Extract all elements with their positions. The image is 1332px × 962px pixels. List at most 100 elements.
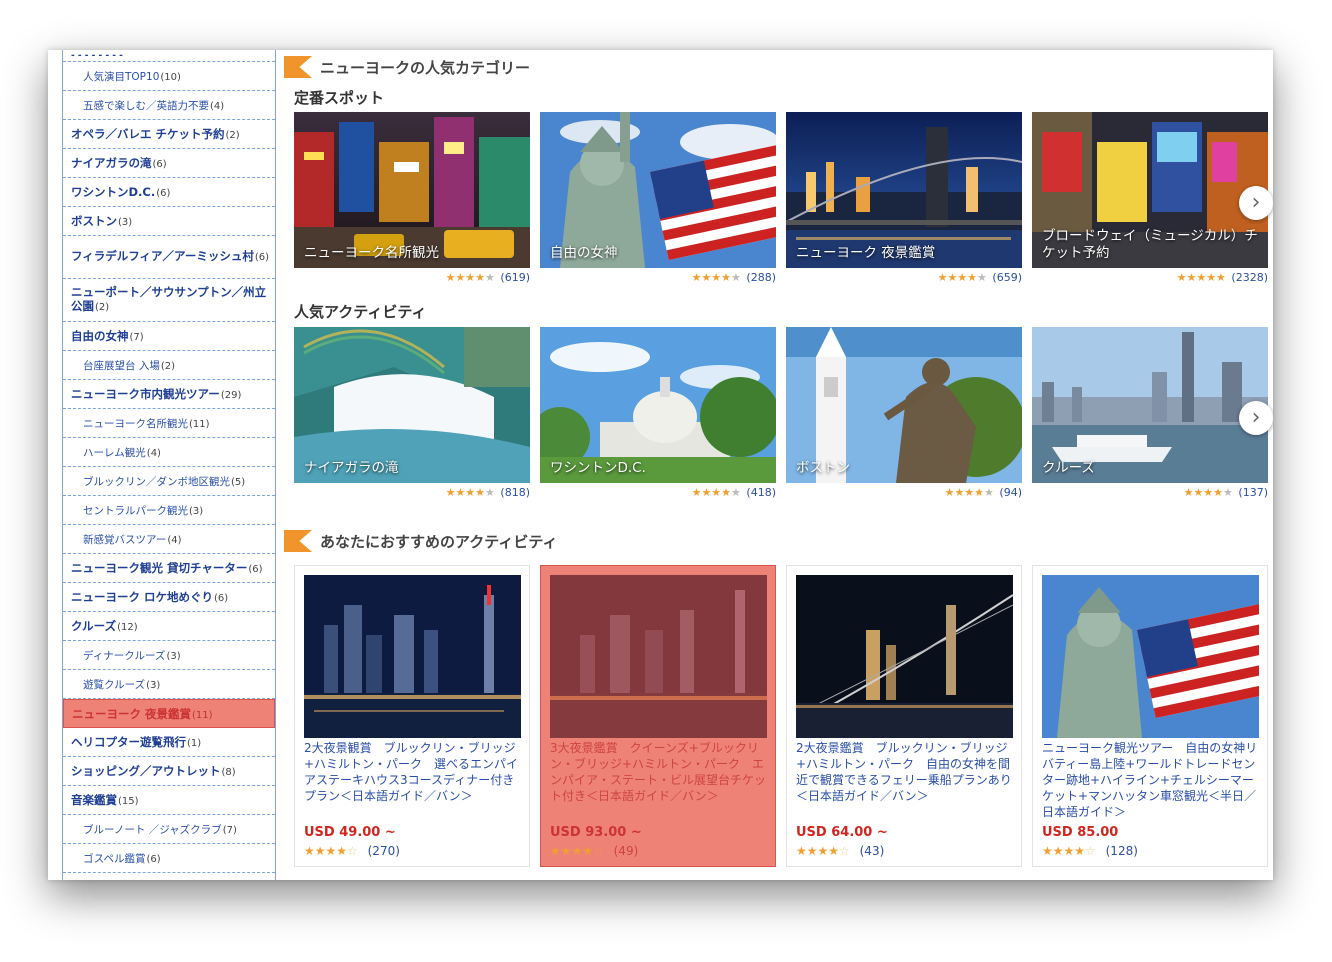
sidebar-item[interactable]: ゴスペル鑑賞(6) — [63, 844, 275, 873]
highlight-overlay — [550, 575, 767, 738]
category-card-caption: ボストン — [796, 460, 850, 476]
sidebar-item[interactable]: ワシントンD.C.(6) — [63, 178, 275, 207]
category-card[interactable]: ニューヨーク名所観光 ★★★★★ (619) — [294, 112, 530, 284]
stars-on: ★★★★ — [944, 486, 985, 499]
activities-next-button[interactable]: › — [1239, 401, 1273, 435]
recommend-card[interactable]: 3大夜景鑑賞 クイーンズ+ブルックリン・ブリッジ+ハミルトン・パーク エンパイア… — [540, 565, 776, 867]
category-card[interactable]: ブロードウェイ（ミュージカル）チケット予約 ★★★★★ (2328) — [1032, 112, 1268, 284]
section-title-categories: ニューヨークの人気カテゴリー — [284, 54, 530, 80]
recommend-card-title[interactable]: 2大夜景観賞 ブルックリン・ブリッジ+ハミルトン・パーク 選べるエンパイアステー… — [304, 740, 524, 804]
main-content: ニューヨークの人気カテゴリー 定番スポット ニューヨーク名所観光 ★★★★★ (… — [284, 50, 1273, 880]
sidebar-item-label: ニューヨーク名所観光 — [83, 417, 188, 430]
recommend-card-price: USD 49.00 ~ — [304, 825, 396, 840]
sidebar-item-label: 音楽鑑賞 — [71, 793, 117, 807]
sidebar-item-label: ショッピング／アウトレット — [71, 764, 221, 778]
sidebar-item[interactable]: オペラ／バレエ チケット予約(2) — [63, 120, 275, 149]
review-count: (94) — [999, 486, 1022, 499]
category-card-image: ボストン — [786, 327, 1022, 483]
sidebar-item[interactable]: ブルーノート ／ジャズクラブ(7) — [63, 815, 275, 844]
stars-on: ★★★★ — [1183, 486, 1224, 499]
recommend-card[interactable]: 2大夜景鑑賞 ブルックリン・ブリッジ+ハミルトン・パーク 自由の女神を間近で観賞… — [786, 565, 1022, 867]
sidebar-item-text: ニューヨーク ロケ地めぐり(6) — [71, 589, 228, 605]
sidebar-item[interactable]: クルーズ(12) — [63, 612, 275, 641]
recommend-card-price: USD 93.00 ~ — [550, 825, 642, 840]
sidebar-item-label: ニューヨーク観光 貸切チャーター — [71, 561, 248, 575]
sidebar-item-count: (2) — [95, 302, 110, 313]
sidebar-item-text: ヘリコプター遊覧飛行(1) — [71, 734, 201, 750]
section-title-text: あなたにおすすめのアクティビティ — [320, 532, 558, 551]
sidebar-item-text: セントラルパーク観光(3) — [83, 503, 203, 518]
activities-title: 人気アクティビティ — [294, 303, 427, 321]
category-card[interactable]: 自由の女神 ★★★★★ (288) — [540, 112, 776, 284]
category-card-caption: ナイアガラの滝 — [304, 460, 399, 476]
sidebar-item-text: ニューポート／サウサンプトン／州立公園(2) — [71, 285, 275, 315]
sidebar-item-count: (6) — [146, 853, 161, 865]
sidebar-item[interactable]: ニューヨーク名所観光(11) — [63, 409, 275, 438]
sidebar-item-label: ハーレム観光 — [83, 446, 146, 459]
sidebar-item-count: (10) — [160, 71, 181, 83]
sidebar-item-count: (6) — [248, 564, 263, 575]
sidebar-item-label: ナイアガラの滝 — [71, 156, 152, 170]
sidebar-item[interactable]: 自由の女神(7) — [63, 322, 275, 351]
sidebar-item[interactable]: ニューヨーク市内観光ツアー(29) — [63, 380, 275, 409]
recommend-card-title[interactable]: ニューヨーク観光ツアー 自由の女神リバティー島上陸+ワールドトレードセンター跡地… — [1042, 740, 1262, 820]
review-count: (288) — [746, 271, 776, 284]
stars-off: ★ — [977, 271, 987, 284]
category-card-rating: ★★★★★ (2328) — [1032, 271, 1268, 284]
sidebar-item-text: クルーズ(12) — [71, 618, 138, 634]
sidebar-item[interactable]: ボストン(3) — [63, 207, 275, 236]
sidebar-item-count: (6) — [156, 188, 171, 199]
recommend-card-rating: ★★★★☆ (49) — [550, 844, 638, 858]
recommend-card[interactable]: 2大夜景観賞 ブルックリン・ブリッジ+ハミルトン・パーク 選べるエンパイアステー… — [294, 565, 530, 867]
sidebar-item-text: 台座展望台 入場(2) — [83, 358, 175, 373]
recommend-card[interactable]: ニューヨーク観光ツアー 自由の女神リバティー島上陸+ワールドトレードセンター跡地… — [1032, 565, 1268, 867]
category-card[interactable]: クルーズ ★★★★★ (137) — [1032, 327, 1268, 499]
category-card[interactable]: ナイアガラの滝 ★★★★★ (818) — [294, 327, 530, 499]
stars-on: ★★★★ — [691, 486, 732, 499]
sidebar-item-count: (6) — [214, 593, 229, 604]
sidebar-item-count: (3) — [166, 650, 181, 662]
sidebar-item[interactable]: フィラデルフィア／アーミッシュ村(6) — [63, 236, 275, 279]
category-card[interactable]: ニューヨーク 夜景鑑賞 ★★★★★ (659) — [786, 112, 1022, 284]
sidebar-item[interactable]: 音楽鑑賞(15) — [63, 786, 275, 815]
sidebar-item[interactable]: ヘリコプター遊覧飛行(1) — [63, 728, 275, 757]
category-sidebar: - - - - - - - - 人気演目TOP10(10) 五感で楽しむ／英語力不… — [62, 50, 276, 880]
sidebar-item-text: ニューヨーク 夜景鑑賞(11) — [72, 706, 213, 722]
sidebar-item[interactable]: 遊覧クルーズ(3) — [63, 670, 275, 699]
stars-off: ★ — [485, 486, 495, 499]
sidebar-item[interactable]: 五感で楽しむ／英語力不要(4) — [63, 91, 275, 120]
stars-off: ★ — [731, 271, 741, 284]
review-count: (43) — [859, 844, 885, 858]
sidebar-item[interactable]: ナイアガラの滝(6) — [63, 149, 275, 178]
sidebar-item[interactable]: 人気演目TOP10(10) — [63, 62, 275, 91]
sidebar-item-text: ニューヨーク市内観光ツアー(29) — [71, 386, 241, 402]
sidebar-item[interactable]: ニューポート／サウサンプトン／州立公園(2) — [63, 279, 275, 322]
star-rating-icon: ★★★★★ — [1184, 486, 1233, 499]
sidebar-item[interactable]: ディナークルーズ(3) — [63, 641, 275, 670]
category-card-rating: ★★★★★ (288) — [540, 271, 776, 284]
sidebar-item[interactable]: ハーレム観光(4) — [63, 438, 275, 467]
category-card[interactable]: ボストン ★★★★★ (94) — [786, 327, 1022, 499]
sidebar-item[interactable]: ニューヨーク 夜景鑑賞(11) — [63, 699, 275, 728]
sidebar-item[interactable]: ニューヨーク観光 貸切チャーター(6) — [63, 554, 275, 583]
category-card[interactable]: ワシントンD.C. ★★★★★ (418) — [540, 327, 776, 499]
stars-on: ★★★★ — [691, 271, 732, 284]
spots-next-button[interactable]: › — [1239, 186, 1273, 220]
sidebar-item[interactable]: セントラルパーク観光(3) — [63, 496, 275, 525]
sidebar-item[interactable]: ブルックリン／ダンボ地区観光(5) — [63, 467, 275, 496]
category-card-rating: ★★★★★ (137) — [1032, 486, 1268, 499]
sidebar-item-text: フィラデルフィア／アーミッシュ村(6) — [71, 249, 269, 265]
stars-on: ★★★★ — [937, 271, 978, 284]
sidebar-item[interactable]: ニューヨーク ロケ地めぐり(6) — [63, 583, 275, 612]
sidebar-item[interactable]: ショッピング／アウトレット(8) — [63, 757, 275, 786]
recommend-card-title[interactable]: 2大夜景鑑賞 ブルックリン・ブリッジ+ハミルトン・パーク 自由の女神を間近で観賞… — [796, 740, 1016, 804]
sidebar-item-count: (11) — [189, 418, 210, 430]
stars-off: ☆ — [593, 844, 604, 858]
recommend-card-title[interactable]: 3大夜景鑑賞 クイーンズ+ブルックリン・ブリッジ+ハミルトン・パーク エンパイア… — [550, 740, 770, 804]
review-count: (128) — [1105, 844, 1138, 858]
recommend-card-rating: ★★★★☆ (128) — [1042, 844, 1138, 858]
sidebar-item[interactable]: 新感覚バスツアー(4) — [63, 525, 275, 554]
stars-off: ☆ — [1085, 844, 1096, 858]
sidebar-item[interactable]: 台座展望台 入場(2) — [63, 351, 275, 380]
sidebar-item-label: 遊覧クルーズ — [83, 678, 146, 691]
